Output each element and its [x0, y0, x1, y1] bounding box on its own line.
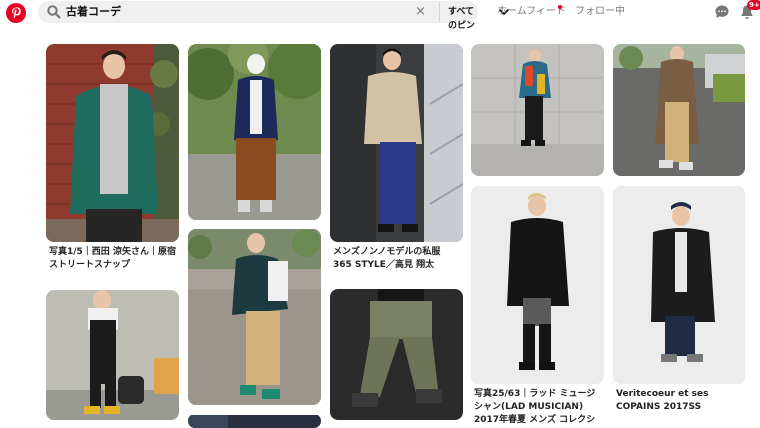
clear-search-icon[interactable]: ×: [415, 3, 426, 21]
pin-photo: [46, 290, 179, 420]
chat-icon[interactable]: [714, 4, 730, 20]
notification-badge: 9+: [747, 0, 760, 10]
pin-image[interactable]: [330, 289, 463, 420]
pin-image[interactable]: [46, 44, 179, 242]
pinterest-p-icon: [12, 7, 21, 19]
pin-caption[interactable]: 写真1/5｜西田 涼矢さん｜原宿ストリートスナップ: [49, 246, 177, 272]
home-feed-new-dot: [558, 5, 562, 9]
pin-image[interactable]: [613, 186, 745, 384]
pin-photo: [330, 289, 463, 420]
search-divider: [439, 2, 440, 22]
pin-image[interactable]: [188, 229, 321, 405]
pin-photo: [188, 415, 321, 428]
pinterest-logo[interactable]: [6, 3, 26, 23]
nav-home-feed[interactable]: ホームフィード: [497, 6, 566, 18]
pin-photo: [471, 44, 604, 176]
pin-caption[interactable]: 写真25/63｜ラッド ミュージシャン(LAD MUSICIAN) 2017年春…: [474, 388, 602, 428]
search-bar[interactable]: 古着コーデ × すべてのピン: [38, 1, 509, 31]
search-input[interactable]: 古着コーデ: [66, 4, 121, 20]
pin-photo: [613, 186, 745, 384]
search-scope-dropdown[interactable]: すべてのピン: [448, 5, 478, 33]
search-icon: [47, 5, 61, 19]
nav-following[interactable]: フォロー中: [575, 6, 625, 18]
pin-image[interactable]: [613, 44, 745, 176]
pin-photo: [613, 44, 745, 176]
pin-photo: [46, 44, 179, 242]
pin-image[interactable]: [471, 44, 604, 176]
pin-image[interactable]: [46, 290, 179, 420]
pin-caption[interactable]: Veritecoeur et ses COPAINS 2017SS: [616, 388, 744, 414]
pin-image[interactable]: [471, 186, 604, 384]
top-bar: 古着コーデ × すべてのピン ホームフィード フォロー中 9+: [0, 0, 760, 31]
pin-photo: [330, 44, 463, 242]
pin-image[interactable]: [330, 44, 463, 242]
pin-photo: [188, 229, 321, 405]
pin-photo: [188, 44, 321, 220]
pin-image[interactable]: [188, 44, 321, 220]
pin-image[interactable]: [188, 414, 321, 428]
pin-photo: [471, 186, 604, 384]
pin-caption[interactable]: メンズノンノモデルの私服 365 STYLE／高見 翔太: [333, 246, 461, 272]
